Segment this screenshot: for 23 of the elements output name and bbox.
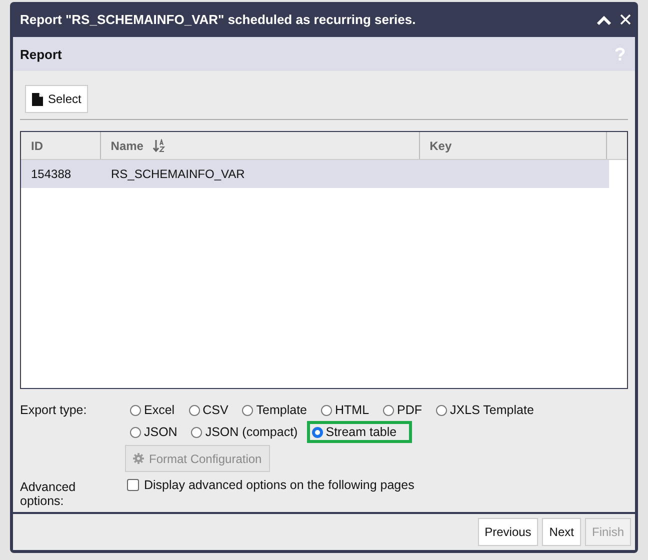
window-title: Report "RS_SCHEMAINFO_VAR" scheduled as recurring series. <box>20 12 417 27</box>
column-header[interactable]: ID <box>21 132 101 159</box>
column-header[interactable]: Key <box>420 132 607 159</box>
radio-option[interactable]: PDF <box>378 399 428 421</box>
footer-button[interactable]: Previous <box>478 518 538 546</box>
radio-option[interactable]: Template <box>237 399 312 421</box>
export-type-label: Export type: <box>20 402 88 419</box>
radio-option[interactable]: JXLS Template <box>431 399 539 421</box>
table-row[interactable]: 154388 RS_SCHEMAINFO_VAR <box>21 160 609 188</box>
radio-option[interactable]: CSV <box>184 399 234 421</box>
column-header[interactable]: Name <box>100 132 420 159</box>
radio-option[interactable]: JSON (compact) <box>186 421 303 443</box>
radio-option[interactable]: Excel <box>125 399 180 421</box>
footer-button[interactable]: Next <box>542 518 581 546</box>
radio-option[interactable]: JSON <box>125 421 182 443</box>
radio-option[interactable]: Stream table <box>306 421 412 443</box>
radio-option[interactable]: HTML <box>316 399 374 421</box>
advanced-options-checkbox[interactable]: Display advanced options on the following pages <box>125 478 628 492</box>
table-cell: RS_SCHEMAINFO_VAR <box>111 167 245 181</box>
select-button[interactable]: Select <box>25 85 88 113</box>
section-title: Report <box>20 46 62 62</box>
table-cell: 154388 <box>31 167 72 181</box>
advanced-options-label: Advanced options: <box>20 479 77 508</box>
